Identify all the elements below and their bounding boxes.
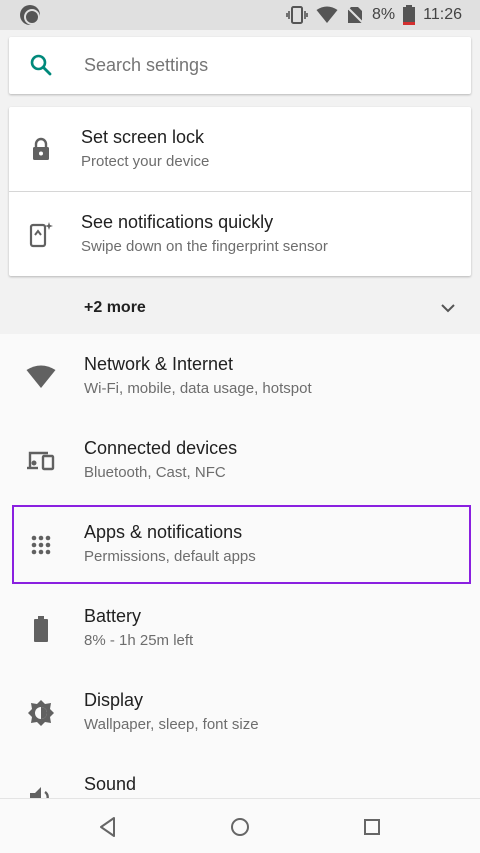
more-suggestions-label: +2 more (84, 299, 146, 316)
suggestion-set-screen-lock[interactable]: Set screen lock Protect your device (9, 107, 471, 191)
battery-percent: 8% (372, 6, 396, 23)
settings-item-subtitle: Wi-Fi, mobile, data usage, hotspot (84, 380, 312, 397)
wifi-icon (316, 6, 338, 23)
lock-icon (33, 137, 49, 160)
settings-item-subtitle: Wallpaper, sleep, font size (84, 716, 259, 733)
suggestion-title: Set screen lock (81, 127, 205, 147)
clock: 11:26 (423, 6, 462, 23)
fingerprint-gesture-icon (29, 222, 53, 248)
home-icon[interactable] (228, 815, 252, 839)
battery-low-icon (403, 5, 416, 25)
selection-highlight (12, 505, 471, 584)
back-icon[interactable] (96, 815, 120, 839)
settings-item-sound[interactable]: Sound (0, 754, 480, 798)
settings-item-title: Battery (84, 606, 142, 626)
settings-item-subtitle: 8% - 1h 25m left (84, 632, 194, 649)
settings-item-title: Connected devices (84, 438, 238, 458)
brightness-icon (28, 700, 54, 726)
volume-icon (30, 787, 49, 798)
settings-item-title: Sound (84, 774, 137, 794)
search-placeholder: Search settings (84, 55, 209, 75)
status-bar: 8% 11:26 (0, 0, 480, 30)
settings-item-network-internet[interactable]: Network & Internet Wi-Fi, mobile, data u… (0, 334, 480, 418)
suggestion-subtitle: Swipe down on the fingerprint sensor (81, 238, 328, 255)
suggestion-subtitle: Protect your device (81, 153, 210, 170)
status-icons: 8% 11:26 (286, 0, 462, 30)
suggestion-title: See notifications quickly (81, 212, 274, 232)
battery-icon (34, 616, 48, 642)
chevron-down-icon (441, 304, 455, 313)
vibrate-icon (286, 6, 308, 24)
navigation-bar (0, 798, 480, 853)
devices-icon (27, 451, 55, 471)
suggestions-card: Set screen lock Protect your device See … (9, 107, 471, 276)
more-suggestions-toggle[interactable]: +2 more (0, 282, 480, 334)
settings-item-battery[interactable]: Battery 8% - 1h 25m left (0, 586, 480, 670)
wifi-icon (26, 365, 56, 388)
app-notification-icon (20, 5, 40, 25)
settings-item-title: Network & Internet (84, 354, 234, 374)
settings-item-title: Display (84, 690, 144, 710)
settings-item-display[interactable]: Display Wallpaper, sleep, font size (0, 670, 480, 754)
settings-item-connected-devices[interactable]: Connected devices Bluetooth, Cast, NFC (0, 418, 480, 502)
suggestion-see-notifications[interactable]: See notifications quickly Swipe down on … (9, 192, 471, 276)
search-icon (30, 54, 52, 76)
recents-icon[interactable] (360, 815, 384, 839)
no-sim-icon (346, 6, 364, 24)
settings-item-subtitle: Bluetooth, Cast, NFC (84, 464, 226, 481)
search-bar[interactable]: Search settings (9, 37, 471, 94)
